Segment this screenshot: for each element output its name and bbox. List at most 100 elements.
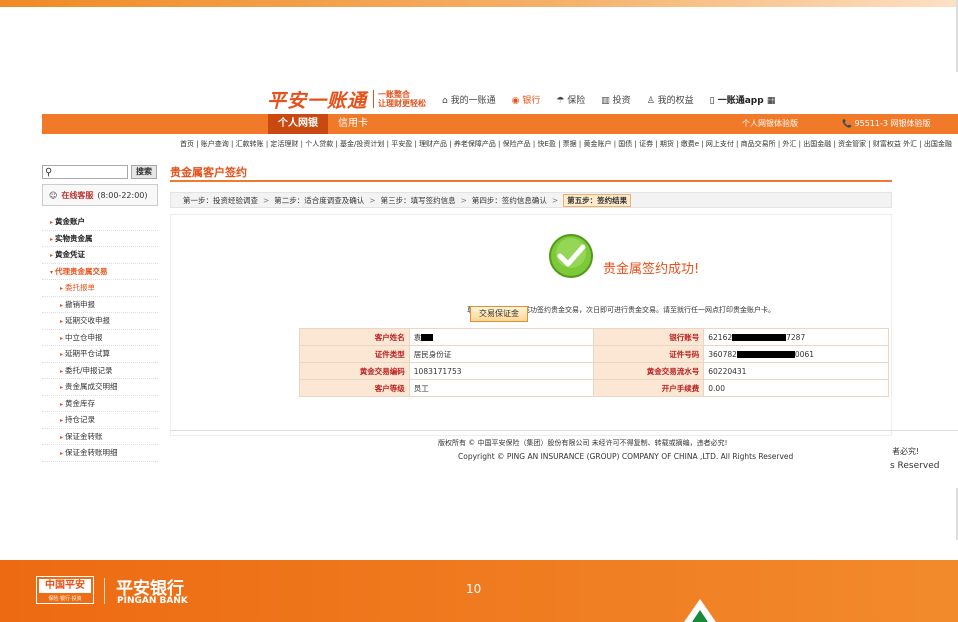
- sidebar-item-label: 黄金凭证: [55, 250, 86, 259]
- footer-divider: [170, 430, 958, 431]
- page-title: 贵金属客户签约: [170, 164, 892, 182]
- label-opening-fee: 开户手续费: [593, 379, 705, 397]
- sidebar-item-label: 代理贵金属交易: [55, 266, 108, 276]
- chevron-down-icon: ▾: [50, 268, 54, 276]
- contract-info-table: 客户姓名 袁 银行账号 62162 7287 证件类型 居民身份证 证件号码 36…: [299, 328, 889, 397]
- sidebar-item-label: 中立仓申报: [65, 332, 103, 342]
- chevron-right-icon: ▸: [60, 400, 64, 408]
- group-logo-sub: 保险·银行·投资: [48, 596, 82, 602]
- sidebar-item[interactable]: ▾ 代理贵金属交易: [42, 264, 158, 280]
- copyright-en: Copyright © PING AN INSURANCE (GROUP) CO…: [458, 452, 794, 461]
- sub-navigation[interactable]: 首页 | 账户查询 | 汇款转账 | 定活理财 | 个人贷款 | 基金/投资计划…: [180, 139, 952, 149]
- chevron-right-icon: ▸: [60, 285, 64, 292]
- step-5-current: 第五步：签约结果: [563, 193, 632, 207]
- chevron-right-icon: ▸: [60, 301, 64, 309]
- sidebar-item[interactable]: ▸ 贵金属成交明细: [42, 379, 158, 396]
- sidebar-item-label: 保证金转账: [65, 431, 103, 441]
- tab-credit-card[interactable]: 信用卡: [328, 114, 378, 134]
- sidebar-item[interactable]: ▸ 中立仓申报: [42, 330, 158, 346]
- value-bank-account: 62162 7287: [703, 328, 889, 346]
- chevron-right-icon: ▸: [60, 367, 64, 375]
- nav-label: 一账通app: [717, 95, 764, 106]
- brand-logo[interactable]: 平安一账通: [267, 86, 367, 113]
- chevron-right-icon: ▸: [60, 318, 64, 325]
- result-panel: 贵金属签约成功! 尊敬的客户，您已成功签约贵金交易，次日即可进行贵金交易。请至就…: [170, 214, 892, 436]
- success-message: 贵金属签约成功!: [603, 262, 700, 277]
- sidebar-item-label: 延期交收申报: [65, 316, 111, 325]
- sidebar-item[interactable]: ▸ 保证金转账: [42, 429, 158, 445]
- account-prefix: 62162: [708, 332, 733, 342]
- sidebar-item[interactable]: ▸ 持仓记录: [42, 412, 158, 429]
- chevron-right-icon: ▸: [50, 219, 54, 226]
- sidebar-item-label: 延期平仓试算: [65, 349, 111, 358]
- sidebar-item[interactable]: ▸ 撤销申报: [42, 297, 158, 313]
- bank-name-en: PINGAN BANK: [117, 596, 188, 606]
- pingan-group-logo: 中国平安 保险·银行·投资: [36, 576, 94, 604]
- value-opening-fee: 0.00: [703, 379, 889, 397]
- online-support[interactable]: ☺ 在线客服 (8:00-22:00): [42, 184, 158, 206]
- bank-screenshot: 平安一账通 一账整合 让理财更轻松 ⌂ 我的一账通 ◉ 银行 ☂ 保险 ▥ 投资…: [42, 72, 958, 488]
- nav-bank[interactable]: ◉ 银行: [512, 93, 541, 106]
- sidebar-item[interactable]: ▸ 黄金凭证: [42, 247, 158, 264]
- nav-rights[interactable]: ♙ 我的权益: [647, 93, 694, 106]
- main-content: 贵金属客户签约 第一步：投资经验调查 > 第二步：适合度调查及确认 > 第三步：填写…: [170, 164, 958, 436]
- step-progress: 第一步：投资经验调查 > 第二步：适合度调查及确认 > 第三步：填写签约信息 > 第四…: [170, 192, 892, 208]
- top-accent-bar: [0, 0, 958, 7]
- link-phone-trial[interactable]: 📞 95511-3 网银体验版: [842, 114, 930, 134]
- subnav-overflow[interactable]: 外汇 | 出国金融: [903, 140, 952, 148]
- chevron-right-icon: ▸: [60, 417, 64, 424]
- brand-slogan: 一账整合 让理财更轻松: [373, 90, 426, 108]
- table-row: 黄金交易编码 1083171753 黄金交易流水号 60220431: [299, 362, 889, 380]
- step-3: 第三步：填写签约信息: [380, 195, 456, 205]
- top-nav: 平安一账通 一账整合 让理财更轻松 ⌂ 我的一账通 ◉ 银行 ☂ 保险 ▥ 投资…: [267, 86, 775, 112]
- sidebar-item[interactable]: ▸ 黄金账户: [42, 214, 158, 231]
- footer-separator: [104, 578, 105, 604]
- nav-app[interactable]: ▯ 一账通app ▦: [710, 93, 776, 106]
- nav-insurance[interactable]: ☂ 保险: [556, 93, 585, 106]
- sidebar-item[interactable]: ▸ 委托/申报记录: [42, 363, 158, 379]
- sidebar-item[interactable]: ▸ 实物贵金属: [42, 231, 158, 247]
- sidebar-item-label: 保证金转账明细: [65, 448, 118, 457]
- slide-footer: 中国平安 保险·银行·投资 平安银行 PINGAN BANK 10: [0, 560, 958, 622]
- support-hours: (8:00-22:00): [97, 190, 148, 200]
- subnav-text[interactable]: 首页 | 账户查询 | 汇款转账 | 定活理财 | 个人贷款 | 基金/投资计划…: [180, 140, 901, 148]
- value-gold-serial: 60220431: [703, 362, 889, 380]
- search-button[interactable]: 搜索: [131, 165, 157, 179]
- phone-trial-label: 95511-3 网银体验版: [854, 119, 931, 128]
- search-icon: ⚲: [45, 166, 53, 178]
- nav-my-account[interactable]: ⌂ 我的一账通: [442, 93, 496, 106]
- chevron-right-icon: ▸: [60, 433, 64, 441]
- group-logo-text: 中国平安: [39, 579, 91, 593]
- sidebar-item[interactable]: ▸ 委托报单: [42, 280, 158, 297]
- support-icon: ☺: [49, 190, 58, 200]
- table-row: 客户等级 员工 开户手续费 0.00: [299, 379, 889, 397]
- pingan-mark-icon: [684, 599, 716, 622]
- table-row: 客户姓名 袁 银行账号 62162 7287: [299, 328, 889, 346]
- nav-invest[interactable]: ▥ 投资: [601, 93, 630, 106]
- sidebar-item-label: 委托报单: [65, 283, 96, 292]
- redaction-mask: [421, 334, 434, 341]
- label-id-number: 证件号码: [593, 345, 705, 363]
- chevron-right-icon: ▸: [60, 351, 64, 358]
- tab-personal-banking[interactable]: 个人网银: [268, 114, 328, 134]
- link-trial-version[interactable]: 个人网银体验版: [742, 114, 798, 134]
- slogan-line-1: 一账整合: [378, 90, 411, 99]
- step-separator: >: [551, 195, 559, 205]
- sidebar-item-label: 持仓记录: [65, 415, 96, 424]
- chevron-right-icon: ▸: [50, 235, 54, 243]
- step-separator: >: [460, 195, 467, 205]
- margin-trade-button[interactable]: 交易保证金: [470, 306, 528, 322]
- search-input[interactable]: ⚲: [42, 165, 128, 179]
- sidebar-item-label: 实物贵金属: [55, 233, 93, 243]
- chevron-right-icon: ▸: [60, 334, 64, 342]
- sidebar-item[interactable]: ▸ 延期交收申报: [42, 313, 158, 330]
- step-2: 第二步：适合度调查及确认: [274, 195, 365, 205]
- sidebar-item[interactable]: ▸ 延期平仓试算: [42, 346, 158, 363]
- label-customer-name: 客户姓名: [299, 328, 410, 346]
- sidebar-item[interactable]: ▸ 保证金转账明细: [42, 445, 158, 462]
- chevron-right-icon: ▸: [50, 252, 54, 259]
- sidebar-item-label: 委托/申报记录: [65, 365, 113, 375]
- redaction-mask: [732, 334, 787, 341]
- main-tab-bar: 个人网银 信用卡 个人网银体验版 📞 95511-3 网银体验版: [42, 114, 958, 134]
- sidebar-item[interactable]: ▸ 黄金库存: [42, 396, 158, 412]
